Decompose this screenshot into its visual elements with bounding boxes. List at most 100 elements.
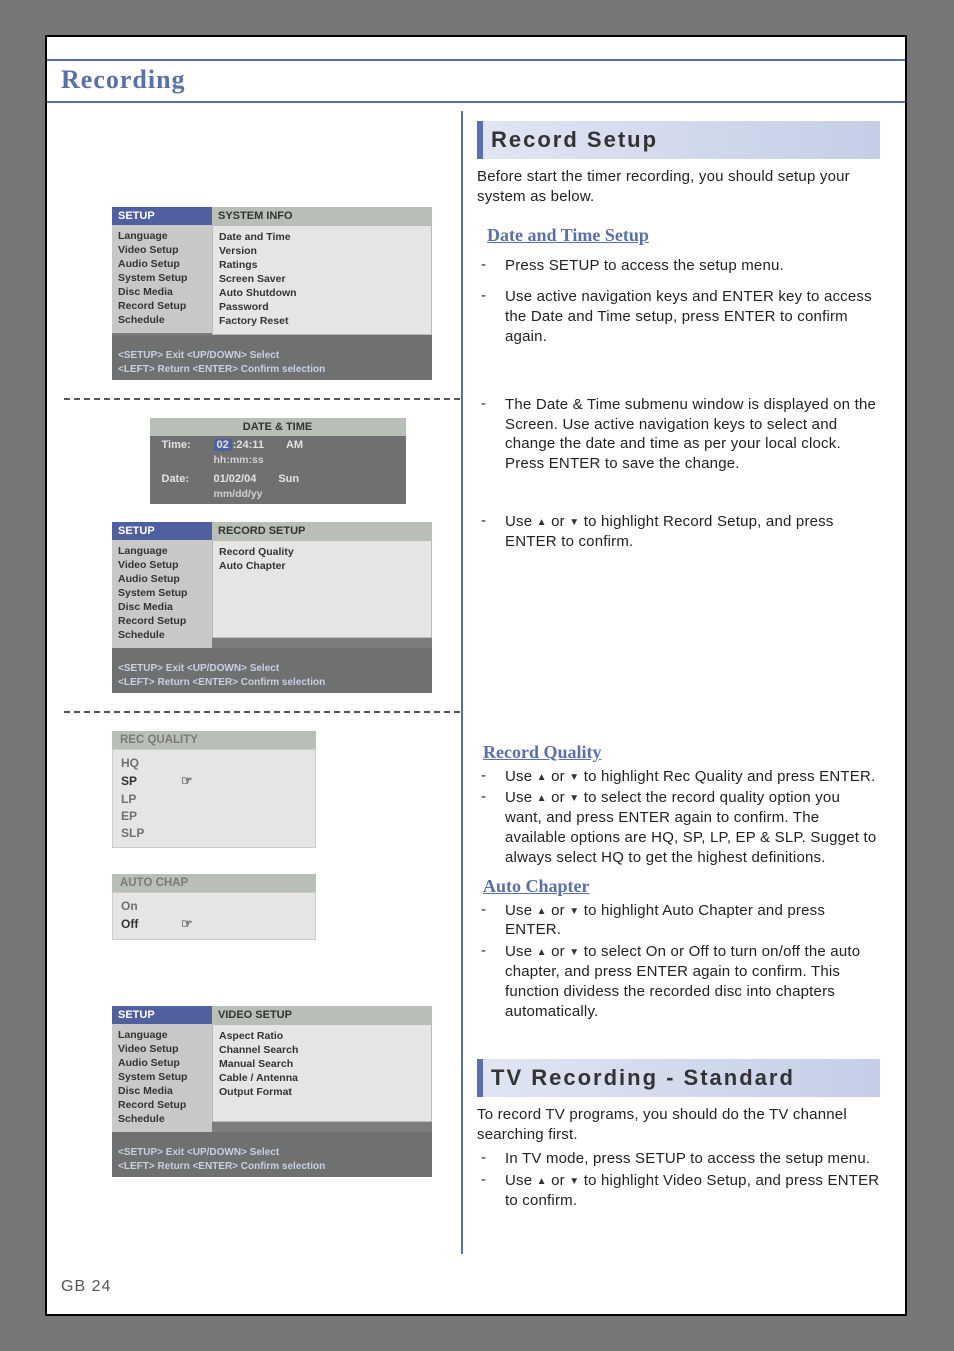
osd-list-item: Output Format [219, 1085, 425, 1099]
triangle-up-icon [537, 1171, 547, 1191]
osd-list-item: Language [118, 229, 206, 243]
dt-date-day: Sun [278, 473, 299, 485]
date-time-panel: DATE & TIME Time: 02 :24:11 AM hh:mm:ss … [150, 418, 406, 504]
osd-right-items: Date and TimeVersionRatingsScreen SaverA… [212, 225, 432, 335]
tv-recording-intro: To record TV programs, you should do the… [477, 1105, 880, 1145]
option-label: Off [121, 917, 181, 931]
osd-list-item: Video Setup [118, 243, 206, 257]
osd-right-items: Record QualityAuto Chapter [212, 540, 432, 638]
osd-setup-system-info: SETUP LanguageVideo SetupAudio SetupSyst… [112, 207, 432, 380]
osd-setup-video-setup: SETUP LanguageVideo SetupAudio SetupSyst… [112, 1006, 432, 1177]
osd-list-item: Record Setup [118, 299, 206, 313]
bullet-text: Press SETUP to access the setup menu. [505, 256, 880, 276]
osd-list-item: Ratings [219, 258, 425, 272]
dt-time-label: Time: [162, 439, 214, 451]
osd-list-item: Aspect Ratio [219, 1029, 425, 1043]
section-header-tv-recording: TV Recording - Standard [477, 1059, 880, 1097]
page-footer: GB 24 [61, 1278, 111, 1296]
dt-time-hint: hh:mm:ss [150, 454, 406, 470]
columns: SETUP LanguageVideo SetupAudio SetupSyst… [47, 111, 905, 1266]
option-label: On [121, 899, 181, 913]
osd-list-item: Manual Search [219, 1057, 425, 1071]
osd-list-item: Audio Setup [118, 572, 206, 586]
title-bar: Recording [47, 59, 905, 103]
rec-quality-box: REC QUALITY HQ SP LP EP SLP [112, 731, 316, 848]
osd-help-text: <SETUP> Exit <UP/DOWN> Select <LEFT> Ret… [112, 1132, 432, 1177]
osd-list-item: System Setup [118, 586, 206, 600]
triangle-up-icon [537, 512, 547, 532]
option-label: LP [121, 792, 181, 806]
bullet-text: In TV mode, press SETUP to access the se… [505, 1149, 880, 1169]
osd-list-item: Disc Media [118, 1084, 206, 1098]
bullet-text: Use or to select On or Off to turn on/of… [505, 942, 880, 1021]
osd-list-item: Disc Media [118, 600, 206, 614]
osd-list-item: Schedule [118, 1112, 206, 1126]
dt-date-value: 01/02/04 [214, 473, 257, 485]
option-label: HQ [121, 756, 181, 770]
osd-header-video-setup: VIDEO SETUP [212, 1006, 432, 1024]
dt-time-row: Time: 02 :24:11 AM [150, 436, 406, 454]
record-quality-bullets: - Use or to highlight Rec Quality and pr… [477, 767, 880, 868]
bullet-text: Use active navigation keys and ENTER key… [505, 287, 880, 346]
osd-help-line: <SETUP> Exit <UP/DOWN> Select [118, 349, 426, 363]
auto-chapter-header: AUTO CHAP [112, 874, 316, 892]
date-time-setup-bullets: -Press SETUP to access the setup menu. -… [477, 256, 880, 552]
pointer-hand-icon [181, 773, 193, 789]
osd-help-line: <SETUP> Exit <UP/DOWN> Select [118, 662, 426, 676]
subhead-auto-chapter: Auto Chapter [483, 876, 880, 897]
osd-header-setup: SETUP [112, 522, 212, 540]
rec-quality-option: SP [121, 771, 307, 790]
subhead-date-time-setup: Date and Time Setup [487, 225, 880, 246]
osd-header-system-info: SYSTEM INFO [212, 207, 432, 225]
rec-quality-option: HQ [121, 754, 307, 771]
triangle-up-icon [537, 767, 547, 787]
osd-list-item: Disc Media [118, 285, 206, 299]
option-label: EP [121, 809, 181, 823]
auto-chapter-option: On [121, 897, 307, 914]
dt-date-row: Date: 01/02/04 Sun [150, 470, 406, 488]
osd-setup-record-setup: SETUP LanguageVideo SetupAudio SetupSyst… [112, 522, 432, 693]
osd-list-item: Date and Time [219, 230, 425, 244]
left-column: SETUP LanguageVideo SetupAudio SetupSyst… [47, 111, 461, 1266]
auto-chapter-box: AUTO CHAP On Off [112, 874, 316, 940]
triangle-down-icon [569, 942, 579, 962]
auto-chapter-options: On Off [112, 892, 316, 940]
osd-header-setup: SETUP [112, 1006, 212, 1024]
osd-list-item: Schedule [118, 313, 206, 327]
triangle-down-icon [569, 512, 579, 532]
rec-quality-option: EP [121, 807, 307, 824]
osd-help-line: <SETUP> Exit <UP/DOWN> Select [118, 1146, 426, 1160]
osd-list-item: Record Setup [118, 1098, 206, 1112]
osd-list-item: Video Setup [118, 558, 206, 572]
osd-list-item: System Setup [118, 271, 206, 285]
section-header-record-setup: Record Setup [477, 121, 880, 159]
osd-list-item: Cable / Antenna [219, 1071, 425, 1085]
page: Recording SETUP LanguageVideo SetupAudio… [45, 35, 907, 1316]
option-label: SLP [121, 826, 181, 840]
pointer-hand-icon [181, 916, 193, 932]
triangle-down-icon [569, 788, 579, 808]
auto-chapter-bullets: - Use or to highlight Auto Chapter and p… [477, 901, 880, 1022]
dt-date-hint: mm/dd/yy [150, 488, 406, 504]
osd-list-item: Record Setup [118, 614, 206, 628]
osd-header-setup: SETUP [112, 207, 212, 225]
triangle-up-icon [537, 901, 547, 921]
triangle-down-icon [569, 767, 579, 787]
osd-help-line: <LEFT> Return <ENTER> Confirm selection [118, 1160, 426, 1174]
osd-left-items: LanguageVideo SetupAudio SetupSystem Set… [112, 225, 212, 333]
osd-left-items: LanguageVideo SetupAudio SetupSystem Set… [112, 1024, 212, 1132]
osd-list-item: Auto Chapter [219, 559, 425, 573]
osd-list-item: Channel Search [219, 1043, 425, 1057]
osd-list-item: Auto Shutdown [219, 286, 425, 300]
osd-list-item: Video Setup [118, 1042, 206, 1056]
triangle-down-icon [569, 901, 579, 921]
osd-help-line: <LEFT> Return <ENTER> Confirm selection [118, 363, 426, 377]
bullet-text: Use or to select the record quality opti… [505, 788, 880, 867]
osd-list-item: Password [219, 300, 425, 314]
bullet-text: The Date & Time submenu window is displa… [505, 395, 880, 474]
bullet-text: Use or to highlight Rec Quality and pres… [505, 767, 880, 787]
rec-quality-header: REC QUALITY [112, 731, 316, 749]
option-label: SP [121, 774, 181, 788]
tv-recording-bullets: -In TV mode, press SETUP to access the s… [477, 1149, 880, 1210]
dt-time-highlight: 02 [214, 439, 232, 451]
